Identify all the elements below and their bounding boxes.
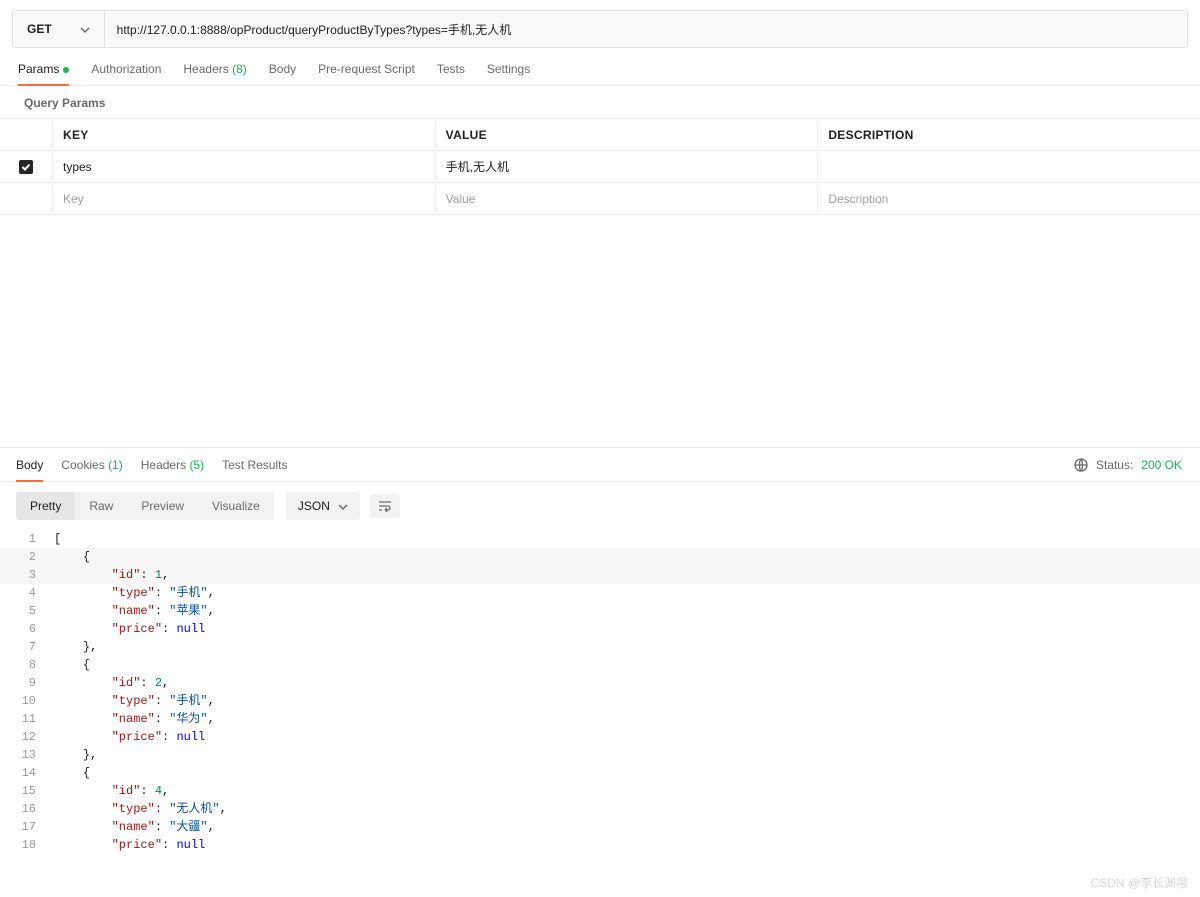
response-tab-cookies[interactable]: Cookies (1) — [61, 458, 122, 481]
chevron-down-icon — [338, 501, 348, 511]
code-line: 16 "type": "无人机", — [0, 800, 1200, 818]
tab-prerequest[interactable]: Pre-request Script — [318, 62, 415, 85]
query-params-table: KEY VALUE DESCRIPTION — [0, 118, 1200, 215]
tab-tests[interactable]: Tests — [437, 62, 465, 85]
code-line: 5 "name": "苹果", — [0, 602, 1200, 620]
param-value-input[interactable] — [446, 159, 808, 173]
response-tabs: Body Cookies (1) Headers (5) Test Result… — [0, 447, 1200, 482]
tab-body[interactable]: Body — [269, 62, 296, 85]
chevron-down-icon — [80, 24, 90, 34]
code-line: 4 "type": "手机", — [0, 584, 1200, 602]
code-line: 12 "price": null — [0, 728, 1200, 746]
param-enabled-checkbox[interactable] — [19, 160, 33, 174]
response-tab-body[interactable]: Body — [16, 458, 43, 481]
request-url-input[interactable] — [105, 11, 1187, 47]
watermark: CSDN @李长渊哦 — [1090, 874, 1188, 891]
response-body-viewer[interactable]: 1[2 {3 "id": 1,4 "type": "手机",5 "name": … — [0, 530, 1200, 854]
request-tabs: Params Authorization Headers (8) Body Pr… — [0, 48, 1200, 86]
response-tab-headers[interactable]: Headers (5) — [141, 458, 204, 481]
viewer-controls: Pretty Raw Preview Visualize JSON — [0, 482, 1200, 530]
tab-headers[interactable]: Headers (8) — [183, 62, 246, 85]
table-header: KEY VALUE DESCRIPTION — [0, 119, 1200, 151]
col-key: KEY — [52, 121, 435, 149]
tab-params[interactable]: Params — [18, 62, 69, 85]
tab-authorization[interactable]: Authorization — [91, 62, 161, 85]
response-format-select[interactable]: JSON — [286, 492, 360, 520]
col-description: DESCRIPTION — [817, 121, 1200, 149]
code-line: 13 }, — [0, 746, 1200, 764]
http-method-select[interactable]: GET — [13, 11, 105, 47]
code-line: 11 "name": "华为", — [0, 710, 1200, 728]
request-bar: GET — [12, 10, 1188, 48]
view-visualize[interactable]: Visualize — [198, 492, 274, 520]
query-params-label: Query Params — [0, 86, 1200, 118]
view-mode-segment: Pretty Raw Preview Visualize — [16, 492, 274, 520]
view-raw[interactable]: Raw — [75, 492, 127, 520]
response-status: Status: 200 OK — [1074, 458, 1182, 481]
wrap-lines-button[interactable] — [370, 494, 400, 518]
code-line: 14 { — [0, 764, 1200, 782]
code-line: 7 }, — [0, 638, 1200, 656]
table-row-new — [0, 183, 1200, 215]
tab-settings[interactable]: Settings — [487, 62, 530, 85]
view-pretty[interactable]: Pretty — [16, 492, 75, 520]
status-value: 200 OK — [1141, 458, 1182, 472]
table-row — [0, 151, 1200, 183]
code-line: 1[ — [0, 530, 1200, 548]
code-line: 18 "price": null — [0, 836, 1200, 854]
code-line: 9 "id": 2, — [0, 674, 1200, 692]
code-line: 3 "id": 1, — [0, 566, 1200, 584]
params-modified-dot — [63, 67, 69, 73]
new-param-description-input[interactable] — [828, 192, 1190, 206]
code-line: 15 "id": 4, — [0, 782, 1200, 800]
response-tab-testresults[interactable]: Test Results — [222, 458, 287, 481]
globe-icon — [1074, 458, 1088, 472]
param-key-input[interactable] — [63, 160, 425, 174]
status-label: Status: — [1096, 458, 1133, 472]
view-preview[interactable]: Preview — [127, 492, 198, 520]
code-line: 2 { — [0, 548, 1200, 566]
code-line: 10 "type": "手机", — [0, 692, 1200, 710]
code-line: 8 { — [0, 656, 1200, 674]
code-line: 6 "price": null — [0, 620, 1200, 638]
http-method-label: GET — [27, 22, 52, 36]
new-param-value-input[interactable] — [446, 192, 808, 206]
new-param-key-input[interactable] — [63, 192, 425, 206]
col-value: VALUE — [435, 121, 818, 149]
param-description-input[interactable] — [828, 160, 1190, 174]
code-line: 17 "name": "大疆", — [0, 818, 1200, 836]
